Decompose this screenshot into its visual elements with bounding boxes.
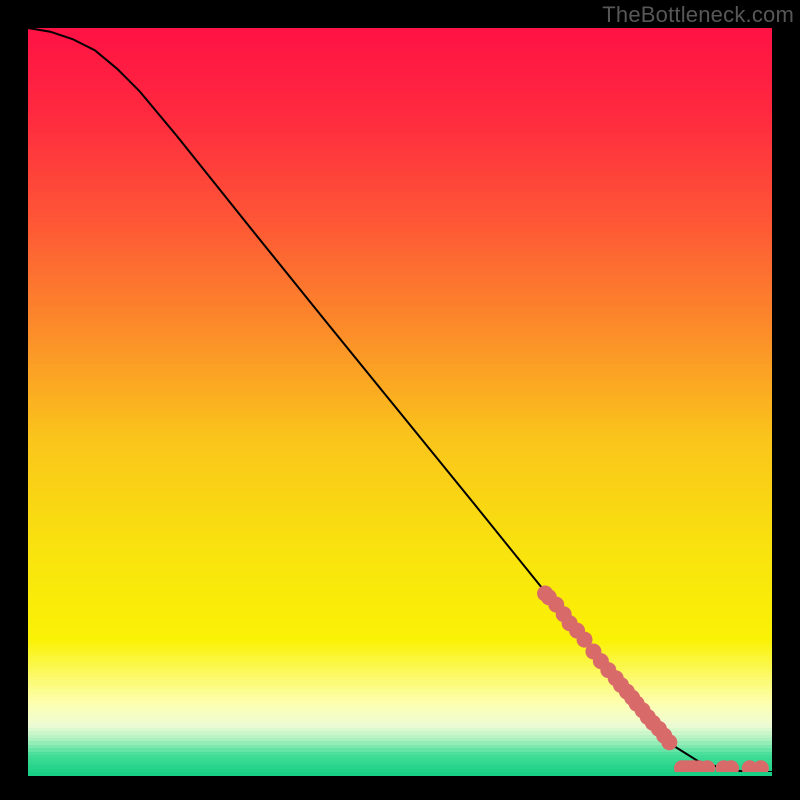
- chart-frame: TheBottleneck.com: [0, 0, 800, 800]
- main-curve: [28, 28, 772, 772]
- data-point: [661, 734, 677, 750]
- data-point: [753, 760, 769, 772]
- watermark-text: TheBottleneck.com: [602, 2, 794, 28]
- plot-area: [28, 28, 772, 772]
- chart-svg: [28, 28, 772, 772]
